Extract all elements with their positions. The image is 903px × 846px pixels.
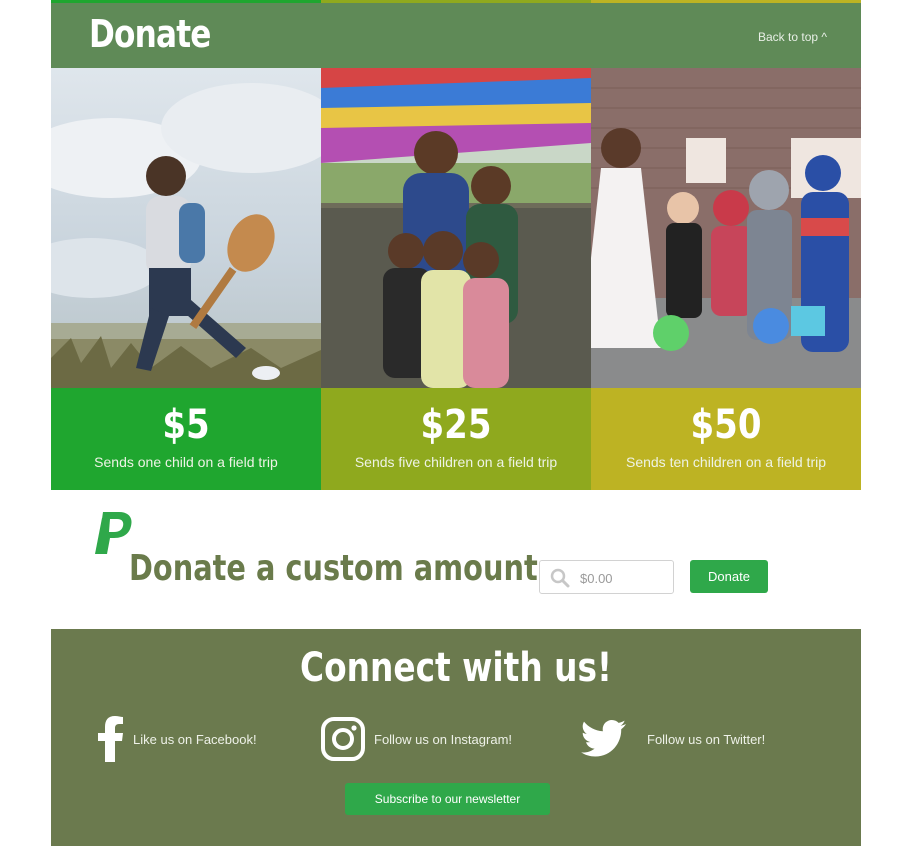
page-title: Donate (89, 12, 211, 56)
tier-amount: $5 (162, 402, 210, 448)
subscribe-newsletter-button[interactable]: Subscribe to our newsletter (345, 783, 550, 815)
tier-caption: Sends five children on a field trip (354, 454, 558, 470)
tier-caption: Sends ten children on a field trip (625, 454, 826, 470)
search-icon (550, 568, 570, 588)
tier-amount: $25 (420, 402, 492, 448)
photo-boy-with-guitar (51, 68, 321, 388)
header-stripe-olive (321, 0, 591, 3)
header-stripe-mustard (591, 0, 861, 3)
tier-amount: $50 (690, 402, 762, 448)
custom-amount-label: Donate a custom amount: (129, 548, 550, 589)
instagram-icon (321, 717, 365, 761)
custom-amount-field[interactable] (539, 560, 674, 594)
connect-section: Connect with us! Like us on Facebook! Fo… (51, 629, 861, 846)
instagram-label: Follow us on Instagram! (374, 731, 513, 747)
back-to-top-link[interactable]: Back to top ^ (758, 30, 827, 44)
donate-page: Donate Back to top ^ $5 Sends one child … (51, 0, 861, 846)
donate-header: Donate Back to top ^ (51, 0, 861, 68)
instagram-link[interactable]: Follow us on Instagram! (320, 715, 512, 763)
twitter-icon (581, 720, 626, 757)
donate-tier-50[interactable]: $50 Sends ten children on a field trip (591, 388, 861, 490)
tier-caption: Sends one child on a field trip (94, 454, 278, 470)
custom-amount-input[interactable] (578, 567, 670, 589)
donate-tier-5[interactable]: $5 Sends one child on a field trip (51, 388, 321, 490)
photo-children-in-costumes (591, 68, 861, 388)
donate-tier-25[interactable]: $25 Sends five children on a field trip (321, 388, 591, 490)
twitter-label: Follow us on Twitter! (647, 731, 766, 747)
facebook-icon (98, 716, 123, 762)
twitter-link[interactable]: Follow us on Twitter! (581, 715, 765, 763)
facebook-link[interactable]: Like us on Facebook! (97, 715, 257, 763)
facebook-label: Like us on Facebook! (133, 731, 257, 747)
connect-title: Connect with us! (300, 645, 612, 691)
paypal-icon (93, 510, 133, 556)
donate-button[interactable]: Donate (690, 560, 768, 593)
header-stripe-green (51, 0, 321, 3)
photo-group-of-boys (321, 68, 591, 388)
